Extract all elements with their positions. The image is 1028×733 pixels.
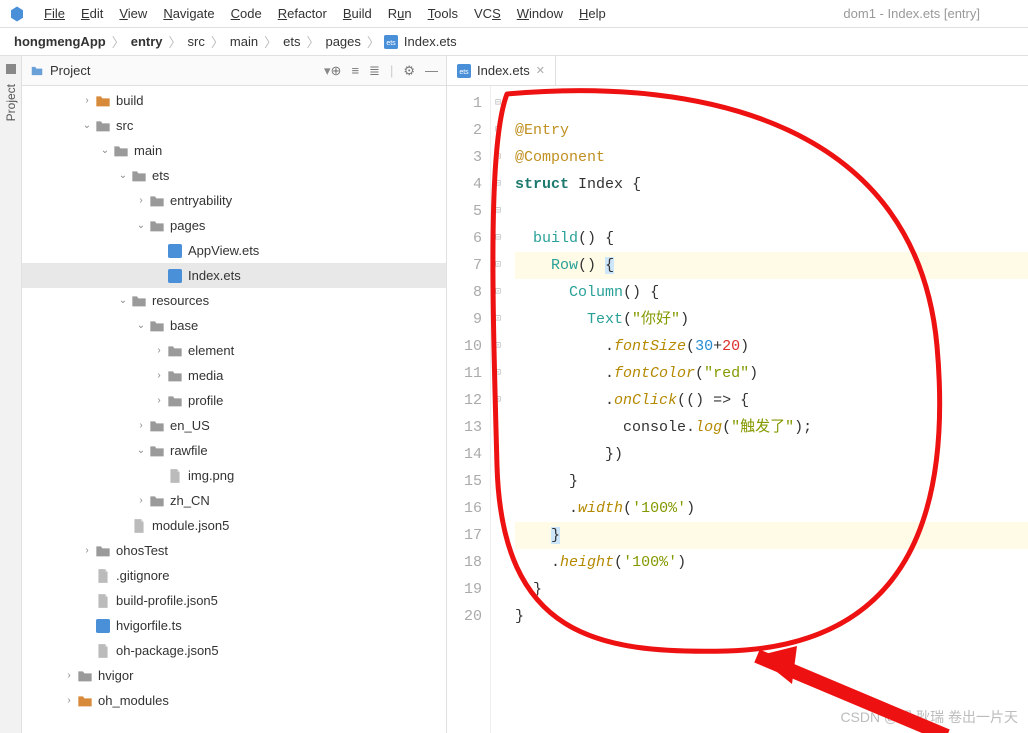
tree-item-entryability[interactable]: ›entryability — [22, 188, 446, 213]
project-tool-icon[interactable] — [6, 64, 16, 74]
code-editor[interactable]: 1234567891011121314151617181920 ⊟⊟⊟⊟⊟⊟⊡⊡… — [447, 86, 1028, 733]
locate-file-icon[interactable]: ⊕ — [331, 63, 342, 79]
project-tool-label[interactable]: Project — [4, 78, 18, 127]
crumb-module[interactable]: entry — [129, 34, 165, 49]
tree-item-build-profile-json5[interactable]: build-profile.json5 — [22, 588, 446, 613]
crumb-file[interactable]: Index.ets — [402, 34, 459, 49]
tree-item-resources[interactable]: ⌄resources — [22, 288, 446, 313]
close-tab-icon[interactable]: ✕ — [536, 64, 545, 77]
menu-vcs[interactable]: VCS — [466, 6, 509, 21]
tree-item-rawfile[interactable]: ⌄rawfile — [22, 438, 446, 463]
tool-window-strip: Project — [0, 56, 22, 733]
tree-item-zh_cn[interactable]: ›zh_CN — [22, 488, 446, 513]
menu-help[interactable]: Help — [571, 6, 614, 21]
tree-item-hvigor[interactable]: ›hvigor — [22, 663, 446, 688]
tree-item-ohostest[interactable]: ›ohosTest — [22, 538, 446, 563]
expand-all-icon[interactable]: ≡ — [351, 63, 359, 79]
menu-navigate[interactable]: Navigate — [155, 6, 222, 21]
svg-text:ets: ets — [459, 68, 469, 75]
project-view-icon — [30, 64, 44, 78]
tree-item-profile[interactable]: ›profile — [22, 388, 446, 413]
menu-tools[interactable]: Tools — [420, 6, 466, 21]
hide-panel-icon[interactable]: — — [425, 63, 438, 79]
menu-edit[interactable]: Edit — [73, 6, 111, 21]
settings-gear-icon[interactable]: ⚙ — [403, 63, 415, 79]
menu-view[interactable]: View — [111, 6, 155, 21]
crumb-ets[interactable]: ets — [281, 34, 302, 49]
ets-file-icon: ets — [384, 35, 398, 49]
menu-bar: File Edit View Navigate Code Refactor Bu… — [0, 0, 1028, 28]
window-title: dom1 - Index.ets [entry] — [843, 6, 980, 21]
tree-item-ets[interactable]: ⌄ets — [22, 163, 446, 188]
project-panel-title[interactable]: Project — [50, 63, 320, 78]
tree-item-main[interactable]: ⌄main — [22, 138, 446, 163]
project-tree[interactable]: ›build⌄src⌄main⌄ets›entryability⌄pagesAp… — [22, 86, 446, 733]
menu-refactor[interactable]: Refactor — [270, 6, 335, 21]
menu-window[interactable]: Window — [509, 6, 571, 21]
tree-item-en_us[interactable]: ›en_US — [22, 413, 446, 438]
tree-item-src[interactable]: ⌄src — [22, 113, 446, 138]
editor-tabs: ets Index.ets ✕ — [447, 56, 1028, 86]
tree-item-index-ets[interactable]: Index.ets — [22, 263, 446, 288]
line-gutter: 1234567891011121314151617181920 — [447, 86, 491, 733]
tree-item-media[interactable]: ›media — [22, 363, 446, 388]
tree-item-hvigorfile-ts[interactable]: hvigorfile.ts — [22, 613, 446, 638]
breadcrumb: hongmengApp〉 entry〉 src〉 main〉 ets〉 page… — [0, 28, 1028, 56]
menu-code[interactable]: Code — [223, 6, 270, 21]
tree-item-base[interactable]: ⌄base — [22, 313, 446, 338]
crumb-pages[interactable]: pages — [323, 34, 362, 49]
tree-item-module-json5[interactable]: module.json5 — [22, 513, 446, 538]
menu-build[interactable]: Build — [335, 6, 380, 21]
editor-tab-index[interactable]: ets Index.ets ✕ — [447, 56, 556, 85]
tree-item-appview-ets[interactable]: AppView.ets — [22, 238, 446, 263]
tree-item-oh_modules[interactable]: ›oh_modules — [22, 688, 446, 713]
ets-file-icon: ets — [457, 64, 471, 78]
tree-item-element[interactable]: ›element — [22, 338, 446, 363]
crumb-src[interactable]: src — [186, 34, 207, 49]
menu-run[interactable]: Run — [380, 6, 420, 21]
app-logo — [8, 5, 26, 23]
tree-item-build[interactable]: ›build — [22, 88, 446, 113]
tree-item-oh-package-json5[interactable]: oh-package.json5 — [22, 638, 446, 663]
editor-area: ets Index.ets ✕ 123456789101112131415161… — [447, 56, 1028, 733]
svg-text:ets: ets — [386, 39, 396, 46]
fold-column: ⊟⊟⊟⊟⊟⊟⊡⊡⊡⊡⊡⊡ — [491, 86, 505, 733]
tree-item-pages[interactable]: ⌄pages — [22, 213, 446, 238]
code-content[interactable]: @Entry@Componentstruct Index { build() {… — [505, 86, 1028, 733]
project-panel-header: Project ▾ ⊕ ≡ ≣ | ⚙ — — [22, 56, 446, 86]
crumb-project[interactable]: hongmengApp — [12, 34, 108, 49]
menu-file[interactable]: File — [36, 6, 73, 21]
tree-item-img-png[interactable]: img.png — [22, 463, 446, 488]
editor-tab-label: Index.ets — [477, 63, 530, 78]
collapse-all-icon[interactable]: ≣ — [369, 63, 380, 79]
crumb-main[interactable]: main — [228, 34, 260, 49]
project-panel: Project ▾ ⊕ ≡ ≣ | ⚙ — ›build⌄src⌄main⌄et… — [22, 56, 447, 733]
tree-item--gitignore[interactable]: .gitignore — [22, 563, 446, 588]
